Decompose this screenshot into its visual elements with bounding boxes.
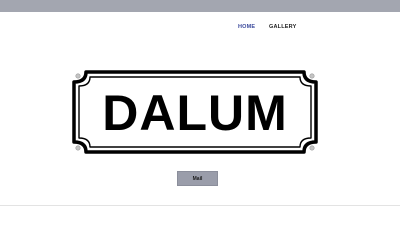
sign-text: DALUM	[102, 85, 288, 141]
screw-icon-bottom-left	[75, 145, 81, 151]
top-bar	[0, 0, 400, 12]
main-nav: HOME GALLERY	[0, 24, 400, 34]
nav-home-link[interactable]: HOME	[238, 24, 255, 30]
street-sign-graphic: DALUM	[72, 70, 318, 154]
page: HOME GALLERY DALUM Mail	[0, 0, 400, 250]
screw-icon-top-left	[75, 73, 81, 79]
screw-icon-top-right	[309, 73, 315, 79]
footer-divider	[0, 205, 400, 206]
street-sign-logo: DALUM	[70, 68, 320, 156]
screw-icon-bottom-right	[309, 145, 315, 151]
mail-button[interactable]: Mail	[177, 171, 218, 186]
nav-gallery-link[interactable]: GALLERY	[269, 24, 296, 30]
